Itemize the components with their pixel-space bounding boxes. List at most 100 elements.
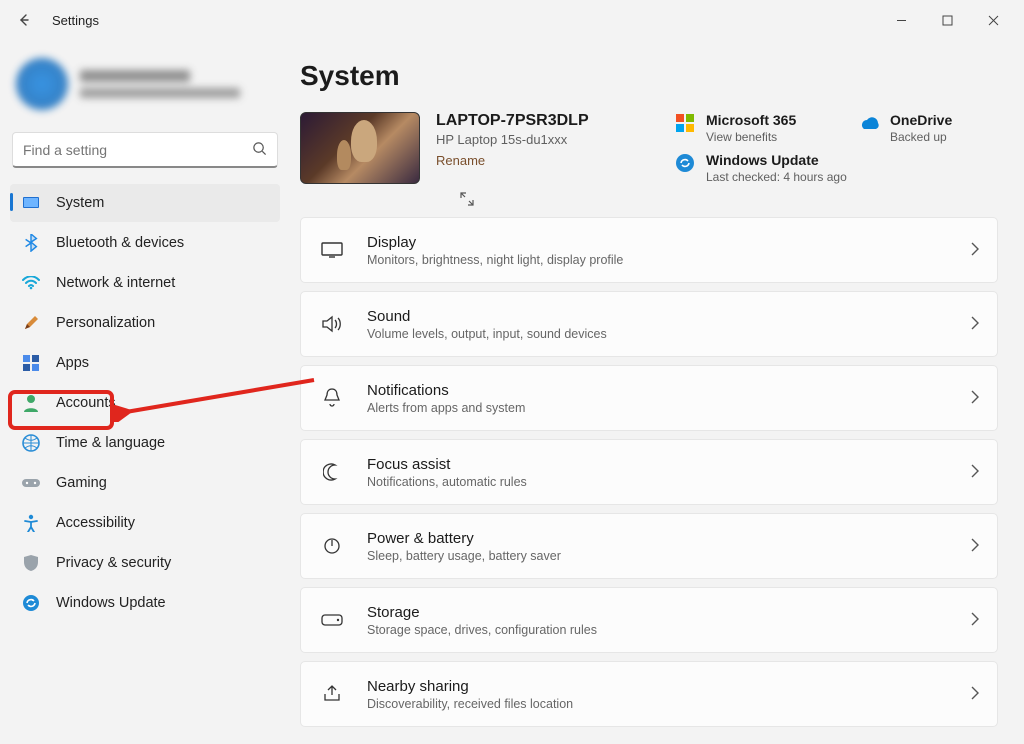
sidebar-item-system[interactable]: System bbox=[10, 184, 280, 222]
chevron-right-icon bbox=[971, 686, 979, 703]
sidebar-item-privacy[interactable]: Privacy & security bbox=[10, 544, 280, 582]
search-input[interactable] bbox=[23, 142, 252, 158]
sidebar-item-label: Network & internet bbox=[56, 275, 175, 291]
sidebar-item-label: Gaming bbox=[56, 475, 107, 491]
chevron-right-icon bbox=[971, 242, 979, 259]
system-icon bbox=[20, 192, 42, 214]
minimize-button[interactable] bbox=[878, 4, 924, 36]
sidebar-item-label: Apps bbox=[56, 355, 89, 371]
card-desc: Notifications, automatic rules bbox=[367, 475, 527, 489]
settings-card-list: Display Monitors, brightness, night light… bbox=[300, 217, 998, 727]
device-wallpaper-thumb bbox=[300, 112, 420, 184]
storage-icon bbox=[319, 607, 345, 633]
chevron-right-icon bbox=[971, 538, 979, 555]
gamepad-icon bbox=[20, 472, 42, 494]
accessibility-icon bbox=[20, 512, 42, 534]
card-title: Sound bbox=[367, 308, 607, 325]
sidebar-item-bluetooth[interactable]: Bluetooth & devices bbox=[10, 224, 280, 262]
sidebar-item-label: Accessibility bbox=[56, 515, 135, 531]
card-nearby-sharing[interactable]: Nearby sharing Discoverability, received … bbox=[300, 661, 998, 727]
wifi-icon bbox=[20, 272, 42, 294]
card-title: Display bbox=[367, 234, 623, 251]
page-title: System bbox=[300, 60, 998, 92]
window-title: Settings bbox=[52, 13, 99, 28]
bluetooth-icon bbox=[20, 232, 42, 254]
card-display[interactable]: Display Monitors, brightness, night light… bbox=[300, 217, 998, 283]
card-power-battery[interactable]: Power & battery Sleep, battery usage, bat… bbox=[300, 513, 998, 579]
chevron-right-icon bbox=[971, 464, 979, 481]
display-icon bbox=[319, 237, 345, 263]
status-title: OneDrive bbox=[890, 112, 952, 128]
sidebar-item-network[interactable]: Network & internet bbox=[10, 264, 280, 302]
microsoft-icon bbox=[674, 112, 696, 134]
sidebar-item-accounts[interactable]: Accounts bbox=[10, 384, 280, 422]
card-title: Power & battery bbox=[367, 530, 561, 547]
card-title: Notifications bbox=[367, 382, 525, 399]
rename-link[interactable]: Rename bbox=[436, 153, 589, 168]
chevron-right-icon bbox=[971, 316, 979, 333]
share-icon bbox=[319, 681, 345, 707]
card-notifications[interactable]: Notifications Alerts from apps and system bbox=[300, 365, 998, 431]
sidebar-item-personalization[interactable]: Personalization bbox=[10, 304, 280, 342]
bell-icon bbox=[319, 385, 345, 411]
sidebar-item-gaming[interactable]: Gaming bbox=[10, 464, 280, 502]
account-info bbox=[80, 70, 240, 98]
card-storage[interactable]: Storage Storage space, drives, configurat… bbox=[300, 587, 998, 653]
sidebar-item-label: Accounts bbox=[56, 395, 116, 411]
update-icon bbox=[674, 152, 696, 174]
moon-icon bbox=[319, 459, 345, 485]
onedrive-icon bbox=[858, 112, 880, 134]
card-title: Focus assist bbox=[367, 456, 527, 473]
status-sub: Last checked: 4 hours ago bbox=[706, 170, 847, 184]
card-title: Storage bbox=[367, 604, 597, 621]
sidebar-item-label: Bluetooth & devices bbox=[56, 235, 184, 251]
chevron-right-icon bbox=[971, 390, 979, 407]
status-sub: View benefits bbox=[706, 130, 796, 144]
card-desc: Sleep, battery usage, battery saver bbox=[367, 549, 561, 563]
device-model: HP Laptop 15s-du1xxx bbox=[436, 132, 589, 147]
paintbrush-icon bbox=[20, 312, 42, 334]
avatar bbox=[16, 58, 68, 110]
apps-icon bbox=[20, 352, 42, 374]
card-desc: Volume levels, output, input, sound devi… bbox=[367, 327, 607, 341]
back-button[interactable] bbox=[8, 4, 40, 36]
card-title: Nearby sharing bbox=[367, 678, 573, 695]
status-title: Windows Update bbox=[706, 152, 847, 168]
expand-icon[interactable] bbox=[460, 192, 998, 209]
maximize-button[interactable] bbox=[924, 4, 970, 36]
sidebar-item-label: Privacy & security bbox=[56, 555, 171, 571]
sidebar-item-label: Time & language bbox=[56, 435, 165, 451]
sidebar-item-apps[interactable]: Apps bbox=[10, 344, 280, 382]
sidebar-item-label: System bbox=[56, 195, 104, 211]
card-desc: Alerts from apps and system bbox=[367, 401, 525, 415]
status-ms365[interactable]: Microsoft 365 View benefits bbox=[674, 112, 834, 144]
status-title: Microsoft 365 bbox=[706, 112, 796, 128]
account-header[interactable] bbox=[10, 50, 280, 130]
status-onedrive[interactable]: OneDrive Backed up bbox=[858, 112, 998, 144]
sound-icon bbox=[319, 311, 345, 337]
person-icon bbox=[20, 392, 42, 414]
close-button[interactable] bbox=[970, 4, 1016, 36]
main-content: System LAPTOP-7PSR3DLP HP Laptop 15s-du1… bbox=[290, 40, 1024, 744]
status-windows-update[interactable]: Windows Update Last checked: 4 hours ago bbox=[674, 152, 998, 184]
device-name: LAPTOP-7PSR3DLP bbox=[436, 112, 589, 130]
status-sub: Backed up bbox=[890, 130, 952, 144]
sidebar-item-time-language[interactable]: Time & language bbox=[10, 424, 280, 462]
card-focus-assist[interactable]: Focus assist Notifications, automatic rul… bbox=[300, 439, 998, 505]
device-block: LAPTOP-7PSR3DLP HP Laptop 15s-du1xxx Ren… bbox=[300, 112, 589, 184]
card-desc: Storage space, drives, configuration rul… bbox=[367, 623, 597, 637]
sidebar-item-windows-update[interactable]: Windows Update bbox=[10, 584, 280, 622]
shield-icon bbox=[20, 552, 42, 574]
card-desc: Monitors, brightness, night light, displ… bbox=[367, 253, 623, 267]
power-icon bbox=[319, 533, 345, 559]
search-icon bbox=[252, 141, 267, 159]
titlebar: Settings bbox=[0, 0, 1024, 40]
card-sound[interactable]: Sound Volume levels, output, input, sound… bbox=[300, 291, 998, 357]
card-desc: Discoverability, received files location bbox=[367, 697, 573, 711]
search-input-wrapper[interactable] bbox=[12, 132, 278, 168]
sidebar: System Bluetooth & devices Network & int… bbox=[0, 40, 290, 744]
sidebar-item-accessibility[interactable]: Accessibility bbox=[10, 504, 280, 542]
nav-list: System Bluetooth & devices Network & int… bbox=[10, 184, 280, 622]
chevron-right-icon bbox=[971, 612, 979, 629]
globe-clock-icon bbox=[20, 432, 42, 454]
